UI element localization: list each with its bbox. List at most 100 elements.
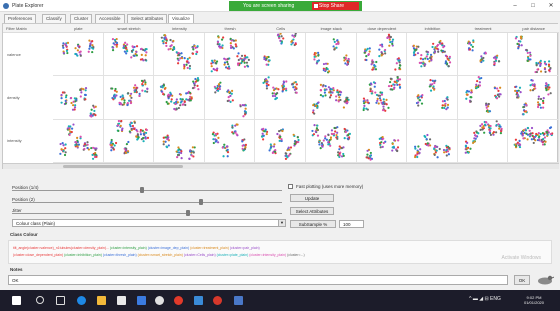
- column-header[interactable]: Cells: [255, 26, 306, 31]
- tab-cluster[interactable]: Cluster: [70, 14, 93, 23]
- tab-bar: Preferences Classify Cluster Accessible …: [0, 12, 560, 23]
- column-header[interactable]: plate: [53, 26, 104, 31]
- chrome-icon[interactable]: [213, 296, 222, 305]
- row-label[interactable]: valence: [7, 52, 21, 57]
- row-label[interactable]: density: [7, 95, 20, 100]
- scatter-cell[interactable]: [53, 76, 104, 120]
- scatter-cell[interactable]: [356, 119, 408, 163]
- scatter-cell[interactable]: [508, 119, 559, 163]
- system-tray-icons[interactable]: ^ ▬ ◢ ⊟ ENG: [460, 297, 510, 302]
- scatter-cell[interactable]: [154, 33, 205, 77]
- task-view-icon[interactable]: [56, 296, 65, 305]
- slider-track[interactable]: [12, 213, 282, 214]
- ok-button[interactable]: OK: [514, 275, 530, 285]
- subsample-input[interactable]: 100: [339, 220, 364, 228]
- scatter-point: [319, 89, 322, 92]
- column-header[interactable]: inhibition: [407, 26, 458, 31]
- tab-preferences[interactable]: Preferences: [4, 14, 37, 23]
- scatter-cell[interactable]: [457, 119, 509, 163]
- scatter-cell[interactable]: [255, 119, 306, 163]
- scatter-cell[interactable]: [255, 33, 306, 77]
- tray-clock[interactable]: 9:02 PM 01/01/2020: [514, 295, 554, 305]
- file-explorer-icon[interactable]: [97, 296, 106, 305]
- scatter-cell[interactable]: [407, 119, 458, 163]
- colour-select[interactable]: Colour class (Plain) ▼: [12, 219, 286, 227]
- scatter-cell[interactable]: [407, 33, 458, 77]
- slider-track[interactable]: [12, 190, 282, 191]
- windows-start-icon[interactable]: [12, 296, 21, 305]
- scatter-cell[interactable]: [53, 33, 104, 77]
- notes-field[interactable]: OK: [8, 275, 508, 285]
- slider-track[interactable]: [12, 202, 282, 203]
- column-header[interactable]: pair distance: [508, 26, 559, 31]
- tab-accessible[interactable]: Accessible: [95, 14, 125, 23]
- scatter-cell[interactable]: [306, 119, 357, 163]
- scatter-point: [218, 88, 221, 91]
- subsample-button[interactable]: SubSample %: [290, 220, 336, 228]
- weka-app-icon[interactable]: [234, 296, 243, 305]
- column-header[interactable]: thresh: [205, 26, 256, 31]
- scatter-cell[interactable]: [154, 76, 205, 120]
- legend-token: tilt_angle(cluster=valence)_n1tubules(cl…: [13, 246, 110, 250]
- scatter-cell[interactable]: [204, 33, 256, 77]
- scatter-point: [169, 38, 172, 42]
- tab-classify[interactable]: Classify: [42, 14, 66, 23]
- select-attributes-button[interactable]: Select Attributes: [290, 207, 334, 215]
- mail-icon[interactable]: [137, 296, 146, 305]
- scatter-cell[interactable]: [204, 76, 256, 120]
- scatter-point: [465, 93, 468, 97]
- scatter-cell[interactable]: [457, 76, 509, 120]
- scatter-point: [482, 59, 485, 62]
- scatter-point: [296, 83, 299, 86]
- scatter-cell[interactable]: [306, 33, 357, 77]
- word-icon[interactable]: [194, 296, 203, 305]
- column-header[interactable]: smart stretch: [104, 26, 155, 31]
- opera-icon[interactable]: [174, 296, 183, 305]
- store-icon[interactable]: [117, 296, 126, 305]
- chevron-down-icon[interactable]: ▼: [278, 220, 285, 226]
- scatter-point: [321, 142, 324, 146]
- scatter-matrix[interactable]: Filter Matrix plate smart stretch intensit…: [2, 23, 559, 169]
- fast-plotting-checkbox[interactable]: [288, 184, 293, 189]
- scatter-point: [188, 56, 191, 59]
- scatter-cell[interactable]: [204, 119, 256, 163]
- scatter-cell[interactable]: [306, 76, 357, 120]
- scatter-cell[interactable]: [103, 33, 155, 77]
- slider-thumb[interactable]: [185, 210, 190, 216]
- slider-thumb[interactable]: [199, 199, 203, 205]
- scatter-cell[interactable]: [103, 76, 155, 120]
- scatter-point: [79, 88, 82, 91]
- scatter-cell[interactable]: [457, 33, 509, 77]
- column-header[interactable]: treatment: [458, 26, 509, 31]
- column-header[interactable]: intensity: [154, 26, 205, 31]
- edge-icon[interactable]: [77, 296, 86, 305]
- scatter-point: [443, 100, 447, 103]
- close-icon[interactable]: ✕: [544, 2, 558, 10]
- scatter-cell[interactable]: [154, 119, 205, 163]
- minimize-icon[interactable]: –: [508, 2, 522, 10]
- scatter-cell[interactable]: [356, 33, 408, 77]
- scatter-point: [498, 86, 502, 90]
- horizontal-scrollbar[interactable]: [3, 163, 559, 169]
- scatter-point: [216, 41, 219, 44]
- tab-visualize[interactable]: Visualize: [168, 14, 194, 23]
- tab-select-attributes[interactable]: Select attributes: [127, 14, 168, 23]
- scatter-cell[interactable]: [407, 76, 458, 120]
- column-header[interactable]: dose dependent: [357, 26, 408, 31]
- column-header[interactable]: image stack: [306, 26, 357, 31]
- scatter-cell[interactable]: [508, 33, 559, 77]
- scatter-cell[interactable]: [53, 119, 104, 163]
- scatter-cell[interactable]: [508, 76, 559, 120]
- search-icon[interactable]: [36, 296, 44, 304]
- update-button[interactable]: Update: [290, 194, 334, 202]
- scatter-cell[interactable]: [103, 119, 155, 163]
- scatter-cell[interactable]: [356, 76, 408, 120]
- slider-thumb[interactable]: [139, 187, 144, 193]
- stop-share-button[interactable]: Stop Share: [312, 2, 359, 10]
- scrollbar-thumb[interactable]: [63, 165, 183, 168]
- scatter-point: [342, 106, 345, 109]
- maximize-icon[interactable]: □: [526, 2, 540, 10]
- row-label[interactable]: intensity: [7, 138, 22, 143]
- scatter-cell[interactable]: [255, 76, 306, 120]
- java-icon[interactable]: [155, 296, 164, 305]
